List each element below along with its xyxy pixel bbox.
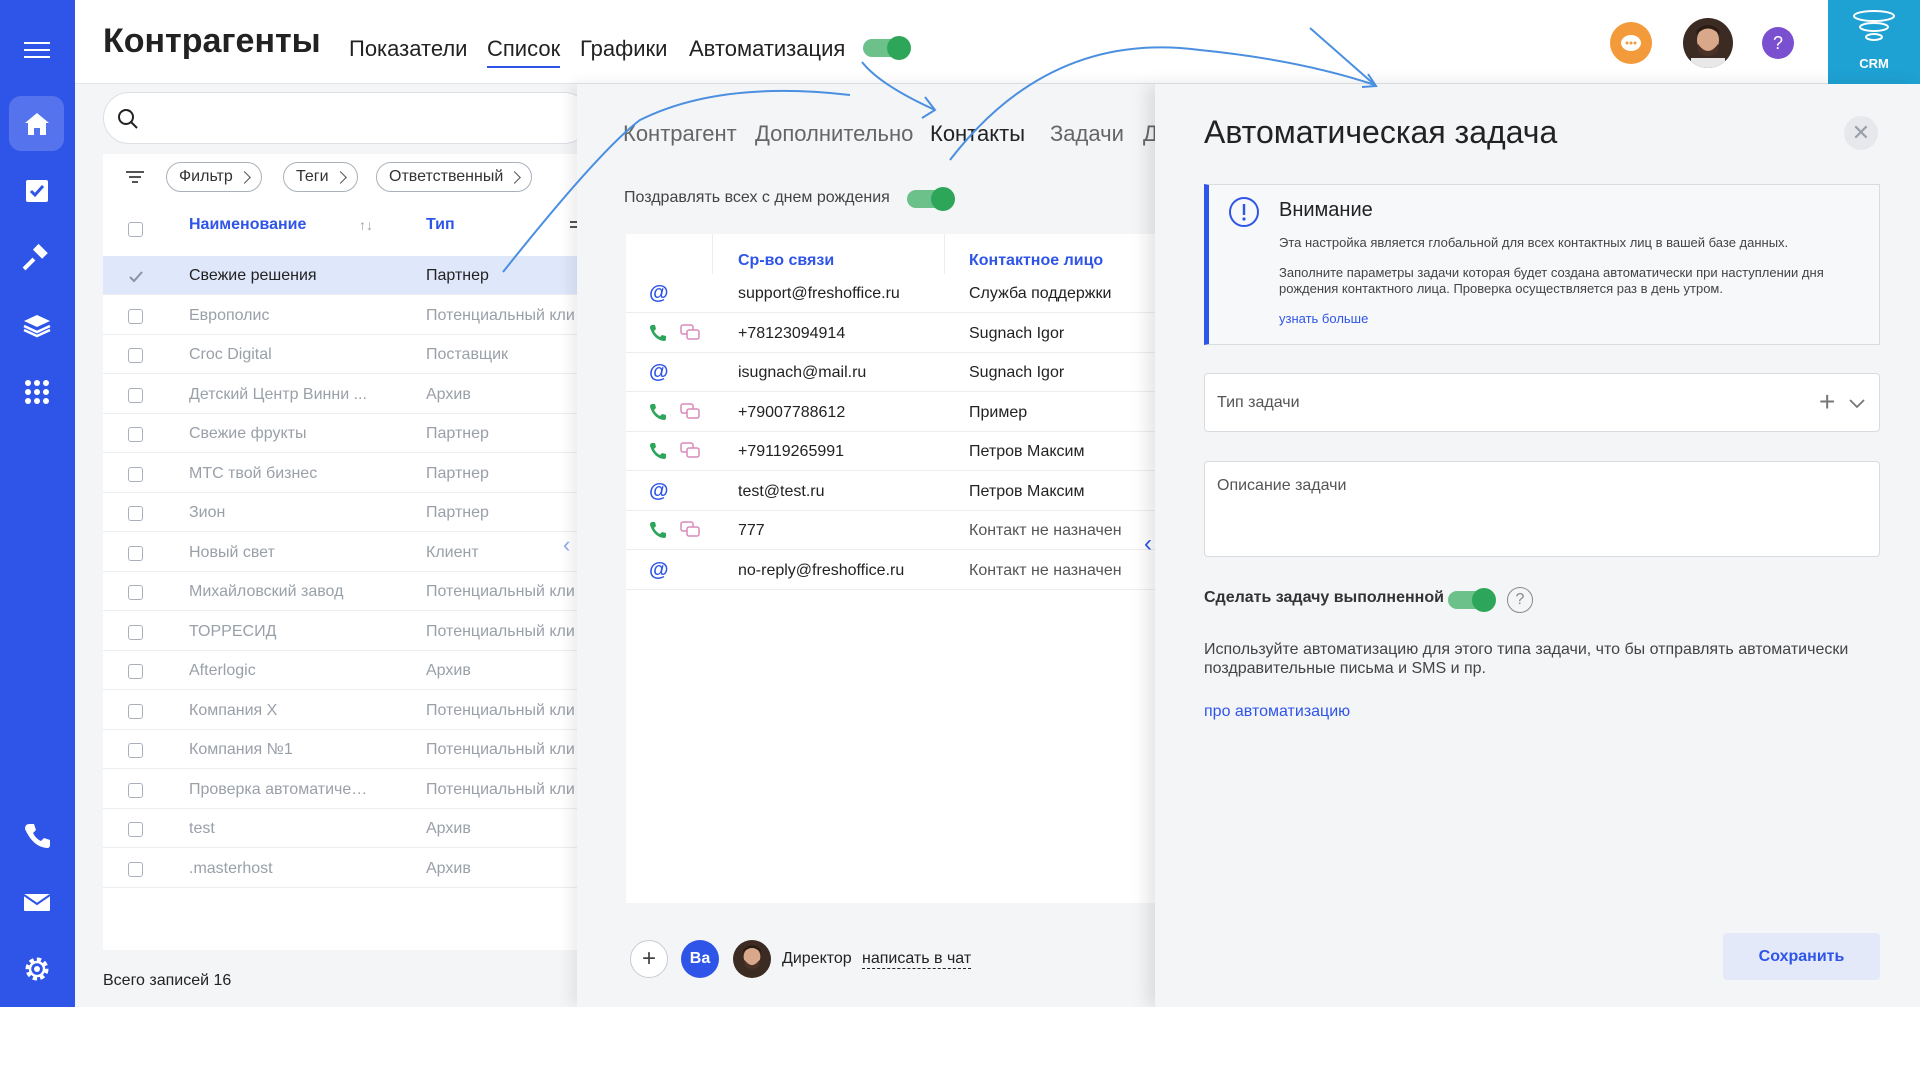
app-window: Контрагенты Показатели Список Графики Ав… [0,0,1920,1007]
decorative-arrow [502,27,1378,273]
annotation-arrows [502,27,1378,273]
